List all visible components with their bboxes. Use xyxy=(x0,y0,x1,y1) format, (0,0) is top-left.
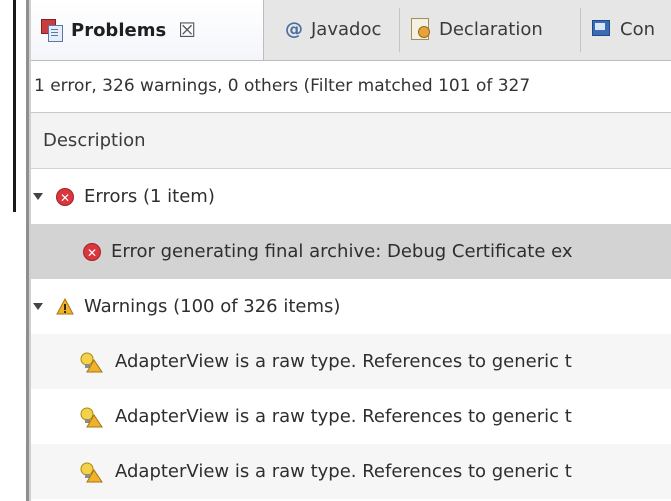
table-row[interactable]: ✕ Error generating final archive: Debug … xyxy=(31,224,671,279)
problems-summary: 1 error, 326 warnings, 0 others (Filter … xyxy=(31,61,671,113)
group-row-warnings[interactable]: Warnings (100 of 326 items) xyxy=(31,279,671,334)
at-icon: @ xyxy=(285,18,303,40)
expand-twisty-icon[interactable] xyxy=(33,303,43,310)
table-row[interactable]: AdapterView is a raw type. References to… xyxy=(31,334,671,389)
group-label: Warnings (100 of 326 items) xyxy=(84,296,341,317)
warning-lightbulb-icon xyxy=(79,351,103,373)
warning-lightbulb-icon xyxy=(79,461,103,483)
tab-problems-label: Problems xyxy=(71,19,167,41)
group-row-errors[interactable]: ✕ Errors (1 item) xyxy=(31,169,671,224)
error-icon: ✕ xyxy=(56,187,74,206)
problem-description: AdapterView is a raw type. References to… xyxy=(115,461,572,482)
warning-icon xyxy=(56,297,74,316)
warning-lightbulb-icon xyxy=(79,406,103,428)
tab-declaration-label: Declaration xyxy=(439,18,543,40)
group-label: Errors (1 item) xyxy=(84,186,215,207)
error-icon: ✕ xyxy=(83,242,101,261)
close-tab-icon[interactable]: ☒ xyxy=(178,18,196,42)
console-icon xyxy=(592,19,612,39)
problem-description: AdapterView is a raw type. References to… xyxy=(115,406,572,427)
tab-console[interactable]: Con xyxy=(580,0,655,58)
table-row[interactable]: AdapterView is a raw type. References to… xyxy=(31,444,671,499)
editor-scrollbar-edge xyxy=(13,0,16,212)
problem-description: Error generating final archive: Debug Ce… xyxy=(111,241,573,262)
column-header-description[interactable]: Description xyxy=(31,113,671,169)
tab-console-label: Con xyxy=(620,18,655,40)
problem-description: AdapterView is a raw type. References to… xyxy=(115,351,572,372)
expand-twisty-icon[interactable] xyxy=(33,193,43,200)
problems-icon xyxy=(41,19,63,42)
table-row[interactable]: AdapterView is a raw type. References to… xyxy=(31,389,671,444)
tab-javadoc[interactable]: @ Javadoc xyxy=(263,0,381,58)
declaration-icon xyxy=(411,18,431,40)
tab-problems[interactable]: Problems ☒ xyxy=(31,0,264,60)
tab-declaration[interactable]: Declaration xyxy=(399,0,543,58)
problems-view: Problems ☒ @ Javadoc Declaration Con 1 e… xyxy=(31,0,671,501)
tab-javadoc-label: Javadoc xyxy=(311,18,382,40)
view-tab-bar: Problems ☒ @ Javadoc Declaration Con xyxy=(31,0,671,61)
